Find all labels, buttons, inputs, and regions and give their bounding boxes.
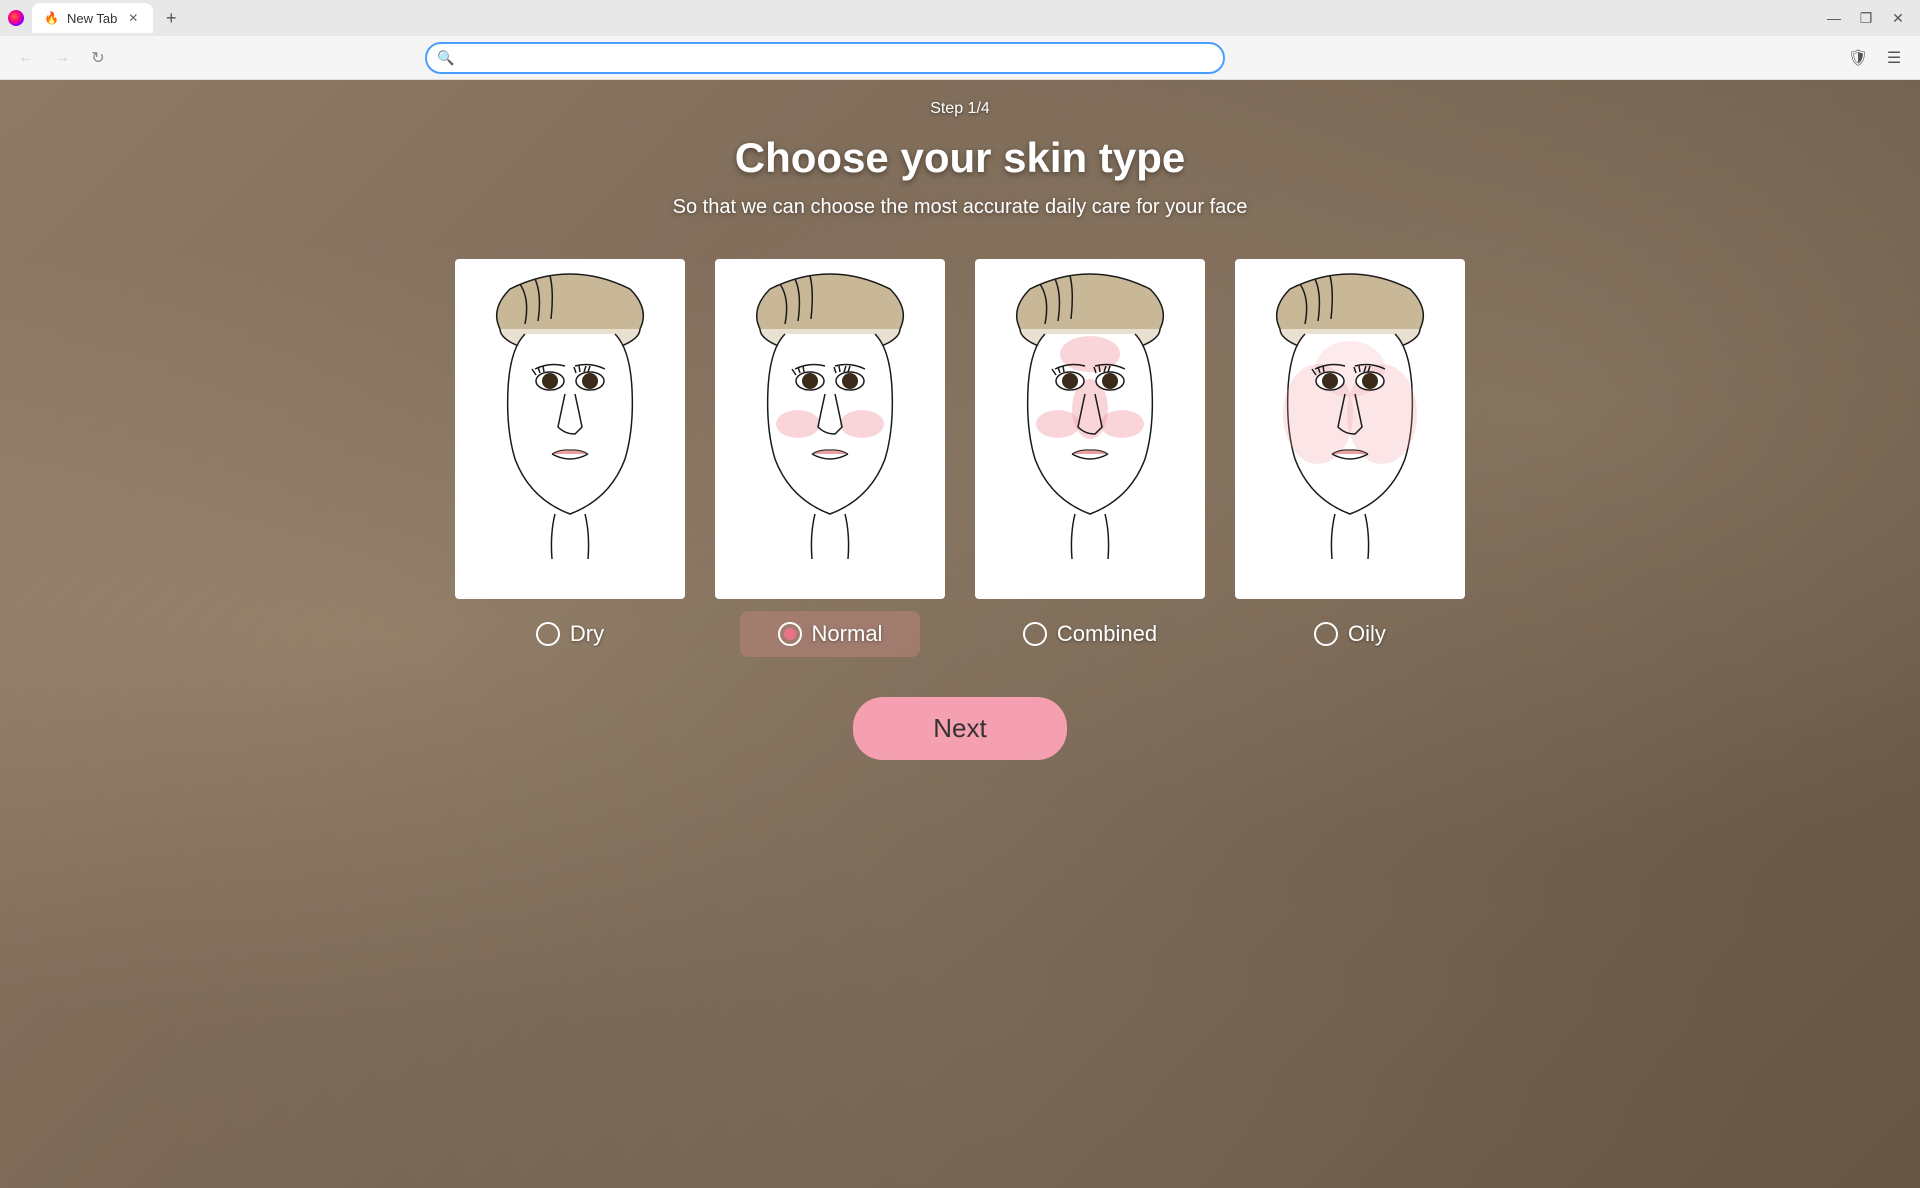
page-subtitle: So that we can choose the most accurate …	[673, 196, 1248, 219]
skin-card-dry[interactable]: Dry	[455, 259, 685, 657]
skin-card-oily-radio[interactable]	[1314, 622, 1338, 646]
title-bar: 🔥 New Tab ✕ + — ❐ ✕	[0, 0, 1920, 36]
face-illustration-oily	[1250, 269, 1450, 589]
skin-card-normal-radio[interactable]	[778, 622, 802, 646]
search-icon: 🔍	[437, 49, 454, 66]
menu-icon[interactable]: ☰	[1880, 44, 1908, 72]
skin-card-dry-label: Dry	[570, 621, 604, 647]
skin-card-normal[interactable]: Normal	[715, 259, 945, 657]
skin-card-normal-image	[715, 259, 945, 599]
toolbar-right: 🛡 ☰	[1844, 44, 1908, 72]
face-illustration-dry	[470, 269, 670, 589]
skin-card-oily-image	[1235, 259, 1465, 599]
skin-card-combined-radio[interactable]	[1023, 622, 1047, 646]
skin-card-oily-label-row: Oily	[1260, 611, 1440, 657]
page-title: Choose your skin type	[735, 134, 1185, 182]
skin-card-dry-radio[interactable]	[536, 622, 560, 646]
pocket-icon[interactable]: 🛡	[1844, 44, 1872, 72]
reload-button[interactable]: ↻	[84, 44, 112, 72]
skin-card-dry-image	[455, 259, 685, 599]
next-button[interactable]: Next	[853, 697, 1066, 760]
skin-card-oily-label: Oily	[1348, 621, 1386, 647]
address-input[interactable]	[425, 42, 1225, 74]
browser-toolbar: ← → ↻ 🔍 🛡 ☰	[0, 36, 1920, 80]
face-illustration-normal	[730, 269, 930, 589]
skin-card-combined[interactable]: Combined	[975, 259, 1205, 657]
content-wrapper: Step 1/4 Choose your skin type So that w…	[0, 80, 1920, 760]
face-illustration-combined	[990, 269, 1190, 589]
window-controls: — ❐ ✕	[1820, 4, 1912, 32]
tab-favicon: 🔥	[44, 11, 59, 25]
page-content: Step 1/4 Choose your skin type So that w…	[0, 80, 1920, 1188]
radio-selected-indicator	[784, 628, 796, 640]
browser-chrome: 🔥 New Tab ✕ + — ❐ ✕ ← → ↻ 🔍 🛡 ☰	[0, 0, 1920, 80]
skin-card-normal-label-row: Normal	[740, 611, 920, 657]
browser-logo-icon	[8, 10, 24, 26]
address-bar: 🔍	[425, 42, 1225, 74]
close-window-button[interactable]: ✕	[1884, 4, 1912, 32]
tab-close-button[interactable]: ✕	[125, 10, 141, 26]
step-indicator: Step 1/4	[930, 100, 990, 118]
skin-card-combined-label: Combined	[1057, 621, 1157, 647]
restore-button[interactable]: ❐	[1852, 4, 1880, 32]
skin-card-oily[interactable]: Oily	[1235, 259, 1465, 657]
back-button[interactable]: ←	[12, 44, 40, 72]
skin-type-cards: Dry	[455, 259, 1465, 657]
forward-button[interactable]: →	[48, 44, 76, 72]
new-tab-button[interactable]: +	[157, 4, 185, 32]
skin-card-dry-label-row: Dry	[480, 611, 660, 657]
skin-card-combined-image	[975, 259, 1205, 599]
skin-card-combined-label-row: Combined	[999, 611, 1181, 657]
browser-tab[interactable]: 🔥 New Tab ✕	[32, 3, 153, 33]
skin-card-normal-label: Normal	[812, 621, 883, 647]
tab-title: New Tab	[67, 11, 117, 26]
minimize-button[interactable]: —	[1820, 4, 1848, 32]
